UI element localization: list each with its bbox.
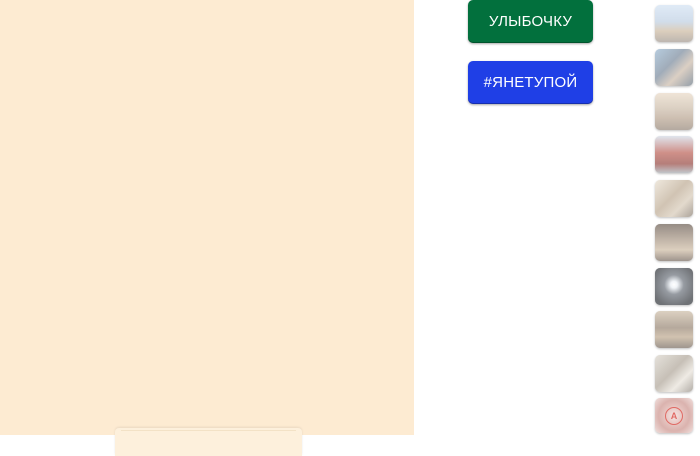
thumbnail-portrait[interactable] xyxy=(655,49,693,86)
thumbnail-kitchen[interactable] xyxy=(655,355,693,392)
thumbnail-room[interactable] xyxy=(655,224,693,261)
emblem-icon: A xyxy=(665,406,683,425)
thumbnail-kremlin[interactable] xyxy=(655,136,693,173)
thumbnail-hall[interactable] xyxy=(655,311,693,348)
thumbnail-interior[interactable] xyxy=(655,180,693,217)
drawing-canvas[interactable] xyxy=(0,0,414,435)
thumbnail-emblem[interactable]: A xyxy=(655,398,693,433)
not-stupid-button[interactable]: #ЯНЕТУПОЙ xyxy=(468,61,593,104)
thumbnail-city-skyline[interactable] xyxy=(655,5,693,42)
thumbnail-light[interactable] xyxy=(655,268,693,305)
smile-button[interactable]: УЛЫБОЧКУ xyxy=(468,0,593,43)
bottom-tab[interactable] xyxy=(115,428,302,456)
thumbnail-street[interactable] xyxy=(655,93,693,130)
bottom-strip xyxy=(0,435,700,456)
